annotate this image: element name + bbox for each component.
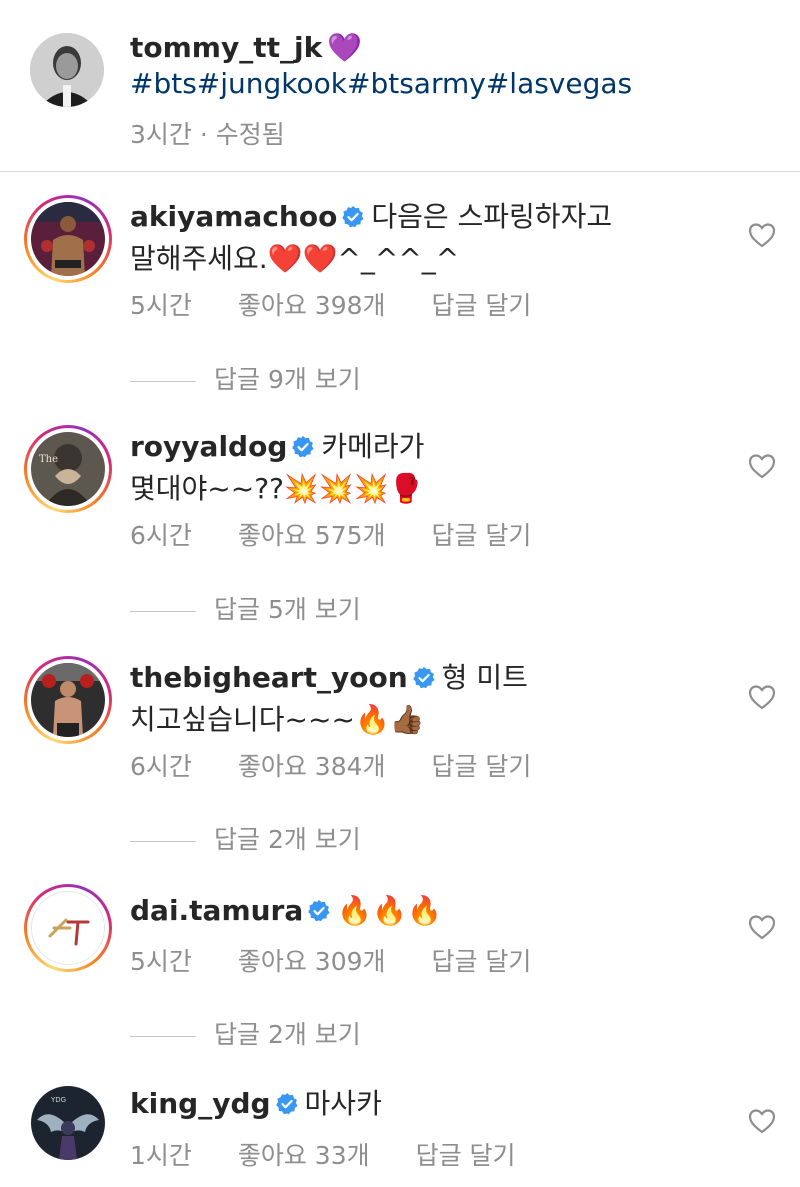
svg-text:The: The	[39, 454, 58, 465]
comment-text: 마사카	[304, 1087, 382, 1120]
comment-time: 5시간	[130, 291, 192, 320]
comment-username[interactable]: royyaldog	[130, 430, 287, 463]
comment-meta: 5시간 좋아요 309개 답글 달기	[130, 942, 531, 978]
svg-text:YDG: YDG	[50, 1096, 66, 1104]
comment-time: 6시간	[130, 752, 192, 781]
like-heart-icon[interactable]	[748, 914, 776, 940]
view-replies-link[interactable]: 답글 2개 보기	[130, 820, 361, 856]
comment-likes[interactable]: 좋아요 384개	[238, 752, 386, 781]
like-heart-icon[interactable]	[748, 684, 776, 710]
verified-badge-icon	[308, 900, 330, 922]
comment-time: 5시간	[130, 947, 192, 976]
view-replies-label[interactable]: 답글 5개 보기	[214, 595, 361, 624]
like-heart-icon[interactable]	[748, 453, 776, 479]
comment-meta: 6시간 좋아요 575개 답글 달기	[130, 516, 531, 552]
view-replies-label[interactable]: 답글 2개 보기	[214, 825, 361, 854]
verified-badge-icon	[342, 206, 364, 228]
replies-divider-line	[130, 380, 196, 382]
comment-text-cont: 치고싶습니다~~~🔥👍🏾	[130, 703, 425, 736]
caption-divider	[0, 171, 800, 172]
comment-text-cont: 말해주세요.❤️❤️^_^^_^	[130, 242, 460, 275]
comment-text: 🔥🔥🔥	[337, 894, 442, 927]
comment-time: 6시간	[130, 521, 192, 550]
view-replies-link[interactable]: 답글 5개 보기	[130, 590, 361, 626]
boxer-photo-avatar[interactable]	[31, 663, 105, 737]
author-avatar[interactable]	[30, 33, 104, 107]
like-heart-icon[interactable]	[748, 222, 776, 248]
comment-meta: 1시간 좋아요 33개 답글 달기	[130, 1136, 516, 1172]
comment-likes[interactable]: 좋아요 33개	[238, 1141, 370, 1170]
logo-avatar[interactable]	[31, 891, 105, 965]
replies-divider-line	[130, 1035, 196, 1037]
comment-likes[interactable]: 좋아요 309개	[238, 947, 386, 976]
story-ring[interactable]	[24, 195, 112, 283]
caption-hashtags[interactable]: #bts#jungkook#btsarmy#lasvegas	[130, 63, 632, 105]
post-caption: tommy_tt_jk 💜 #bts#jungkook#btsarmy#lasv…	[0, 0, 800, 172]
comment-text: 카메라가	[321, 430, 425, 463]
comment-username[interactable]: dai.tamura	[130, 894, 303, 927]
comment-username[interactable]: thebigheart_yoon	[130, 661, 408, 694]
replies-divider-line	[130, 840, 196, 842]
view-replies-label[interactable]: 답글 9개 보기	[214, 365, 361, 394]
view-replies-label[interactable]: 답글 2개 보기	[214, 1020, 361, 1049]
verified-badge-icon	[412, 667, 435, 689]
comment-meta: 6시간 좋아요 384개 답글 달기	[130, 747, 531, 783]
story-ring[interactable]	[24, 884, 112, 972]
comment-time: 1시간	[130, 1141, 192, 1170]
comment-meta: 5시간 좋아요 398개 답글 달기	[130, 286, 531, 322]
comment-username[interactable]: king_ydg	[130, 1087, 271, 1120]
comment-text-cont: 몇대야~~??💥💥💥🥊	[130, 472, 424, 505]
comment-likes[interactable]: 좋아요 575개	[238, 521, 386, 550]
comment-likes[interactable]: 좋아요 398개	[238, 291, 386, 320]
verified-badge-icon	[275, 1093, 298, 1115]
author-username[interactable]: tommy_tt_jk	[130, 31, 322, 64]
reply-button[interactable]: 답글 달기	[431, 291, 531, 320]
reply-button[interactable]: 답글 달기	[431, 521, 531, 550]
comment-text: 형 미트	[441, 661, 528, 694]
view-replies-link[interactable]: 답글 9개 보기	[130, 360, 361, 396]
reply-button[interactable]: 답글 달기	[416, 1141, 516, 1170]
story-ring[interactable]: The	[24, 425, 112, 513]
story-ring[interactable]	[24, 656, 112, 744]
purple-heart-emoji: 💜	[327, 31, 363, 64]
view-replies-link[interactable]: 답글 2개 보기	[130, 1015, 361, 1051]
caption-time-edited: 3시간 · 수정됨	[130, 120, 285, 149]
comment-username[interactable]: akiyamachoo	[130, 200, 337, 233]
fighter-photo-avatar[interactable]	[31, 202, 105, 276]
hand-heart-avatar[interactable]: The	[31, 432, 105, 506]
verified-badge-icon	[292, 436, 314, 458]
reply-button[interactable]: 답글 달기	[431, 752, 531, 781]
wings-photo-avatar[interactable]: YDG	[31, 1086, 105, 1160]
comment-text: 다음은 스파링하자고	[371, 200, 613, 233]
like-heart-icon[interactable]	[748, 1108, 776, 1134]
reply-button[interactable]: 답글 달기	[431, 947, 531, 976]
replies-divider-line	[130, 610, 196, 612]
